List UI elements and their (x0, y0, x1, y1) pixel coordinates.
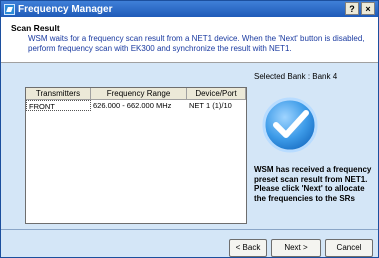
app-icon (4, 3, 15, 15)
wizard-header: Scan Result WSM waits for a frequency sc… (1, 17, 378, 63)
column-header-frequency-range[interactable]: Frequency Range (91, 88, 187, 100)
column-header-device-port[interactable]: Device/Port (187, 88, 246, 100)
frequency-manager-window: Frequency Manager ? × Scan Result WSM wa… (0, 0, 379, 258)
success-check-icon (262, 97, 318, 153)
table-row[interactable]: FRONT 626.000 - 662.000 MHz NET 1 (1)/10 (26, 100, 246, 111)
transmitter-table[interactable]: Transmitters Frequency Range Device/Port… (25, 87, 247, 224)
cell-transmitter: FRONT (26, 100, 91, 111)
next-button[interactable]: Next > (271, 239, 321, 257)
title-bar[interactable]: Frequency Manager ? × (1, 1, 378, 17)
status-message: WSM has received a frequency preset scan… (254, 165, 372, 203)
page-description: WSM waits for a frequency scan result fr… (28, 34, 365, 53)
column-header-transmitters[interactable]: Transmitters (26, 88, 91, 100)
cell-frequency-range: 626.000 - 662.000 MHz (93, 101, 172, 110)
table-header: Transmitters Frequency Range Device/Port (26, 88, 246, 100)
title-bar-buttons: ? × (345, 2, 375, 15)
window-title: Frequency Manager (18, 3, 113, 15)
cell-device-port: NET 1 (1)/10 (189, 101, 232, 110)
page-title: Scan Result (11, 23, 60, 33)
footer-divider (1, 229, 378, 230)
help-button[interactable]: ? (345, 2, 359, 15)
close-button[interactable]: × (361, 2, 375, 15)
cancel-button[interactable]: Cancel (325, 239, 373, 257)
back-button[interactable]: < Back (229, 239, 267, 257)
selected-bank-label: Selected Bank : Bank 4 (254, 72, 338, 81)
